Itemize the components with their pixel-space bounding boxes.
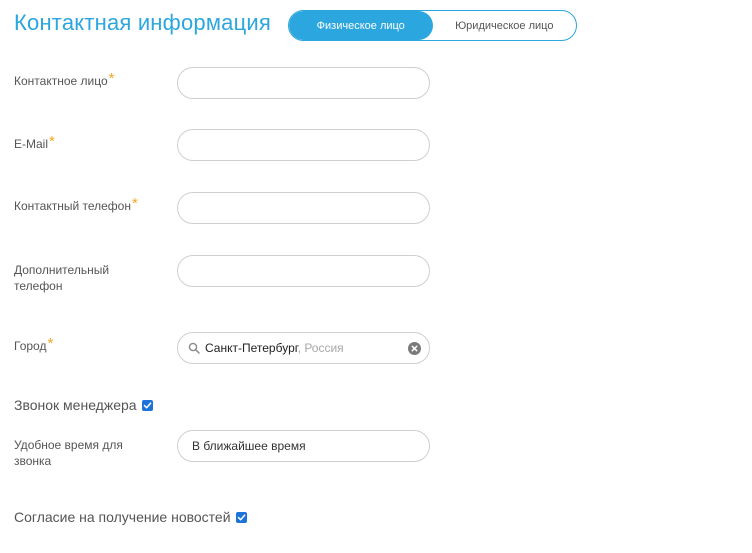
required-mark: * — [49, 133, 55, 150]
phone-label-text: Контактный телефон — [14, 199, 131, 213]
email-label: E-Mail* — [14, 133, 55, 152]
manager-call-row: Звонок менеджера — [14, 397, 153, 413]
checkmark-icon — [143, 401, 151, 408]
manager-call-checkbox[interactable] — [141, 399, 153, 411]
extra-phone-input[interactable] — [177, 255, 430, 287]
call-time-label: Удобное время для звонка — [14, 437, 123, 469]
phone-label: Контактный телефон* — [14, 195, 138, 214]
tab-legal-entity[interactable]: Юридическое лицо — [433, 11, 577, 40]
contact-person-label-text: Контактное лицо — [14, 74, 108, 88]
city-name: Санкт-Петербург — [205, 341, 298, 355]
required-mark: * — [47, 335, 54, 352]
person-type-toggle: Физическое лицо Юридическое лицо — [288, 10, 577, 41]
clear-icon[interactable] — [407, 341, 421, 355]
email-input[interactable] — [177, 129, 430, 161]
required-mark: * — [131, 195, 138, 212]
email-label-text: E-Mail — [14, 137, 49, 151]
call-time-label-line2: звонка — [14, 454, 52, 468]
news-consent-label: Согласие на получение новостей — [14, 509, 231, 525]
checkmark-icon — [237, 513, 245, 520]
extra-phone-label: Дополнительный телефон — [14, 262, 109, 294]
city-input[interactable]: Санкт-Петербург, Россия — [177, 332, 430, 364]
phone-input[interactable] — [177, 192, 430, 224]
news-consent-checkbox[interactable] — [235, 511, 247, 523]
city-label-text: Город — [14, 339, 47, 353]
contact-person-input[interactable] — [177, 67, 430, 99]
required-mark: * — [108, 70, 115, 87]
tab-individual[interactable]: Физическое лицо — [289, 11, 433, 40]
city-label: Город* — [14, 335, 54, 354]
news-consent-row: Согласие на получение новостей — [14, 509, 247, 525]
contact-person-label: Контактное лицо* — [14, 70, 115, 89]
manager-call-label: Звонок менеджера — [14, 397, 137, 413]
extra-phone-label-line2: телефон — [14, 279, 63, 293]
city-value: Санкт-Петербург, Россия — [205, 339, 407, 357]
city-country: , Россия — [297, 341, 344, 355]
page-title: Контактная информация — [14, 10, 271, 35]
call-time-label-line1: Удобное время для — [14, 438, 123, 452]
extra-phone-label-line1: Дополнительный — [14, 263, 110, 277]
search-icon — [187, 342, 200, 355]
call-time-input[interactable] — [177, 430, 430, 462]
